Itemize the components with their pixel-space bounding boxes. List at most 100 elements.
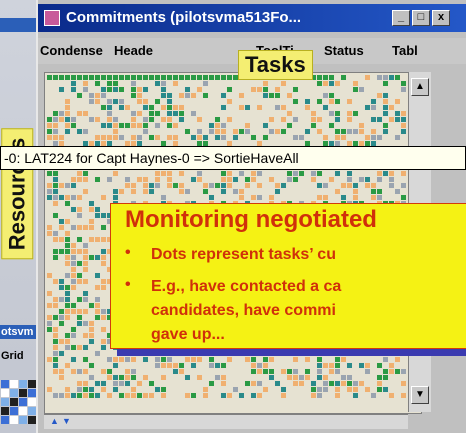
grid-cell (389, 177, 394, 182)
grid-cell (281, 105, 286, 110)
grid-cell (167, 363, 172, 368)
grid-cell (65, 111, 70, 116)
grid-cell (275, 189, 280, 194)
grid-cell (53, 135, 58, 140)
grid-cell (209, 357, 214, 362)
grid-cell (353, 81, 358, 86)
grid-cell (161, 387, 166, 392)
grid-cell (395, 369, 400, 374)
grid-cell (137, 177, 142, 182)
grid-cell (179, 75, 184, 80)
title-bar[interactable]: Commitments (pilotsvma513Fo... _ □ x (38, 4, 466, 32)
grid-cell (365, 387, 370, 392)
grid-cell (383, 357, 388, 362)
grid-cell (65, 285, 70, 290)
grid-cell (53, 369, 58, 374)
grid-cell (59, 375, 64, 380)
grid-cell (335, 117, 340, 122)
grid-cell (221, 183, 226, 188)
grid-cell (71, 327, 76, 332)
grid-cell (383, 111, 388, 116)
grid-cell (71, 333, 76, 338)
scroll-right-icon[interactable]: ▼ (62, 416, 71, 426)
menu-header[interactable]: Heade (114, 43, 153, 58)
scroll-left-icon[interactable]: ▲ (50, 416, 59, 426)
grid-cell (215, 363, 220, 368)
grid-cell (47, 231, 52, 236)
background-grid-cell (19, 380, 27, 388)
grid-cell (95, 117, 100, 122)
grid-cell (47, 225, 52, 230)
grid-cell (275, 381, 280, 386)
grid-cell (107, 135, 112, 140)
grid-cell (353, 393, 358, 398)
menu-status[interactable]: Status (324, 43, 364, 58)
menu-table[interactable]: Tabl (392, 43, 418, 58)
grid-cell (251, 195, 256, 200)
grid-cell (245, 123, 250, 128)
scroll-down-icon[interactable]: ▼ (411, 386, 429, 404)
grid-cell (251, 177, 256, 182)
background-window-title: otsvm (1, 326, 34, 338)
grid-cell (59, 351, 64, 356)
grid-cell (335, 381, 340, 386)
grid-cell (257, 393, 262, 398)
grid-cell (353, 381, 358, 386)
grid-cell (77, 345, 82, 350)
grid-cell (59, 237, 64, 242)
grid-cell (365, 75, 370, 80)
menu-condense[interactable]: Condense (40, 43, 103, 58)
minimize-button[interactable]: _ (392, 10, 410, 26)
maximize-button[interactable]: □ (412, 10, 430, 26)
grid-cell (47, 273, 52, 278)
grid-cell (371, 183, 376, 188)
close-button[interactable]: x (432, 10, 450, 26)
grid-cell (131, 123, 136, 128)
grid-cell (161, 363, 166, 368)
grid-cell (131, 117, 136, 122)
grid-cell (53, 303, 58, 308)
grid-cell (239, 171, 244, 176)
horizontal-scrollbar[interactable]: ▲ ▼ (44, 414, 408, 429)
background-grid-cell (10, 380, 18, 388)
grid-cell (191, 357, 196, 362)
grid-cell (59, 339, 64, 344)
grid-cell (317, 183, 322, 188)
grid-cell (227, 177, 232, 182)
grid-cell (59, 219, 64, 224)
grid-cell (281, 183, 286, 188)
grid-cell (65, 75, 70, 80)
grid-cell (275, 105, 280, 110)
grid-cell (53, 297, 58, 302)
scroll-up-icon[interactable]: ▲ (411, 78, 429, 96)
grid-cell (371, 99, 376, 104)
grid-cell (77, 195, 82, 200)
grid-cell (95, 351, 100, 356)
grid-cell (257, 381, 262, 386)
grid-cell (125, 357, 130, 362)
grid-cell (173, 183, 178, 188)
grid-cell (83, 171, 88, 176)
grid-cell (329, 99, 334, 104)
grid-cell (233, 135, 238, 140)
grid-cell (335, 129, 340, 134)
background-window-menu[interactable]: Grid (1, 350, 24, 362)
grid-cell (293, 369, 298, 374)
grid-cell (383, 375, 388, 380)
grid-cell (377, 177, 382, 182)
grid-cell (59, 315, 64, 320)
grid-cell (131, 387, 136, 392)
grid-cell (281, 369, 286, 374)
grid-cell (227, 75, 232, 80)
grid-cell (71, 243, 76, 248)
grid-cell (77, 297, 82, 302)
grid-cell (89, 237, 94, 242)
grid-cell (77, 315, 82, 320)
grid-cell (251, 135, 256, 140)
grid-cell (119, 99, 124, 104)
grid-cell (53, 195, 58, 200)
grid-cell (101, 225, 106, 230)
grid-cell (83, 177, 88, 182)
grid-cell (323, 183, 328, 188)
grid-cell (317, 369, 322, 374)
